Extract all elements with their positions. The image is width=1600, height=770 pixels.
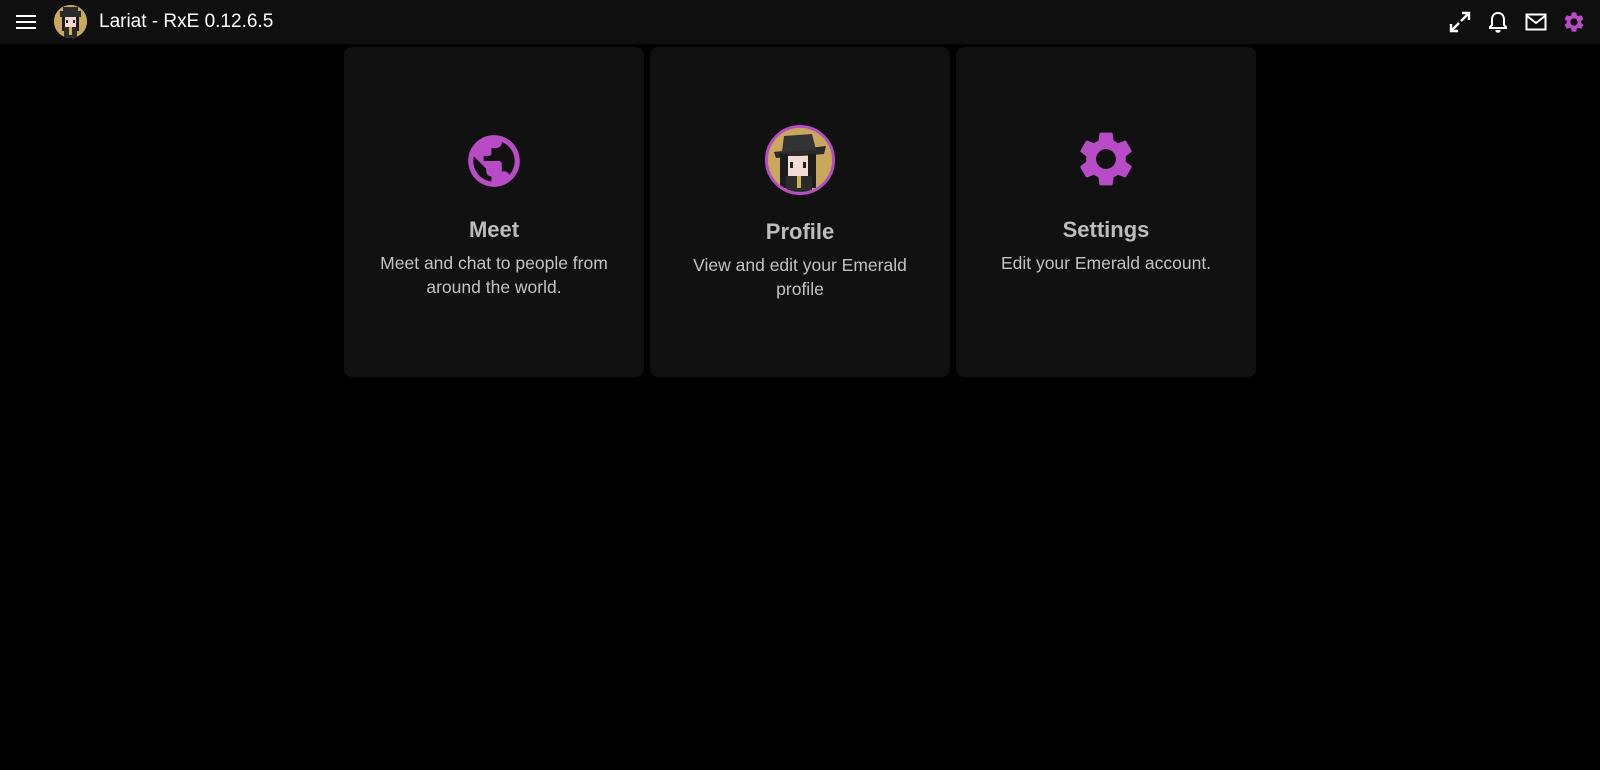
profile-description: View and edit your Emerald profile [693,255,907,299]
profile-card[interactable]: Profile View and edit your Emerald profi… [650,47,950,377]
top-app-bar: Lariat - RxE 0.12.6.5 [0,0,1600,44]
profile-title: Profile [765,219,835,244]
avatar[interactable] [54,5,87,38]
dashboard-cards: Meet Meet and chat to people from around… [344,47,1256,377]
bell-icon [1489,11,1507,33]
messages-button[interactable] [1523,9,1549,35]
meet-description: Meet and chat to people from around the … [380,253,608,297]
notifications-button[interactable] [1485,9,1511,35]
settings-button[interactable] [1561,9,1587,35]
gear-icon [1564,12,1584,32]
gear-icon [1073,126,1139,192]
meet-card[interactable]: Meet Meet and chat to people from around… [344,47,644,377]
app-title: Lariat - RxE 0.12.6.5 [99,11,274,32]
fullscreen-button[interactable] [1447,9,1473,35]
menu-icon [16,15,36,29]
settings-title: Settings [1062,217,1150,242]
settings-card[interactable]: Settings Edit your Emerald account. [956,47,1256,377]
meet-title: Meet [468,217,520,242]
globe-icon [463,130,525,192]
menu-button[interactable] [14,10,38,34]
settings-description: Edit your Emerald account. [1000,253,1212,273]
profile-avatar [765,125,835,195]
mail-icon [1525,13,1547,31]
fullscreen-icon [1449,11,1471,33]
